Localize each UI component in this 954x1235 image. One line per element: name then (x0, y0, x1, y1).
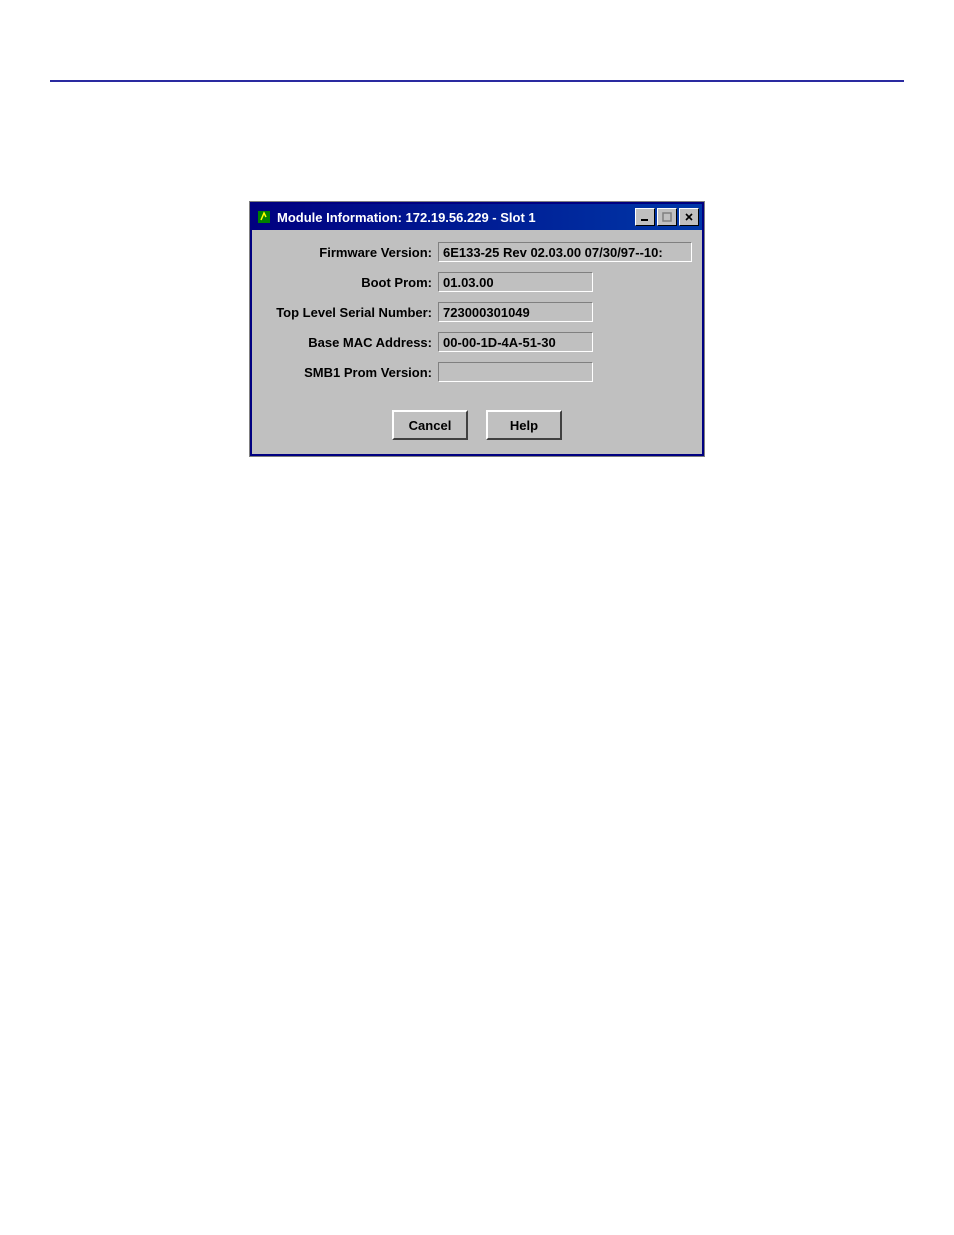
app-icon (256, 209, 272, 225)
serial-number-value: 723000301049 (438, 302, 593, 322)
row-mac: Base MAC Address: 00-00-1D-4A-51-30 (262, 332, 692, 352)
maximize-button (657, 208, 677, 226)
boot-prom-value: 01.03.00 (438, 272, 593, 292)
row-bootprom: Boot Prom: 01.03.00 (262, 272, 692, 292)
base-mac-label: Base MAC Address: (262, 335, 438, 350)
cancel-button[interactable]: Cancel (392, 410, 468, 440)
minimize-button[interactable] (635, 208, 655, 226)
button-row: Cancel Help (262, 410, 692, 440)
row-serial: Top Level Serial Number: 723000301049 (262, 302, 692, 322)
window-control-buttons (635, 208, 699, 226)
dialog-content: Firmware Version: 6E133-25 Rev 02.03.00 … (252, 230, 702, 454)
window-title: Module Information: 172.19.56.229 - Slot… (277, 210, 635, 225)
close-button[interactable] (679, 208, 699, 226)
row-firmware: Firmware Version: 6E133-25 Rev 02.03.00 … (262, 242, 692, 262)
titlebar[interactable]: Module Information: 172.19.56.229 - Slot… (252, 204, 702, 230)
module-information-dialog: Module Information: 172.19.56.229 - Slot… (250, 202, 704, 456)
help-button[interactable]: Help (486, 410, 562, 440)
smb1-prom-label: SMB1 Prom Version: (262, 365, 438, 380)
header-separator (50, 80, 904, 82)
smb1-prom-value (438, 362, 593, 382)
firmware-version-value: 6E133-25 Rev 02.03.00 07/30/97--10: (438, 242, 692, 262)
base-mac-value: 00-00-1D-4A-51-30 (438, 332, 593, 352)
serial-number-label: Top Level Serial Number: (262, 305, 438, 320)
row-smb1: SMB1 Prom Version: (262, 362, 692, 382)
boot-prom-label: Boot Prom: (262, 275, 438, 290)
firmware-version-label: Firmware Version: (262, 245, 438, 260)
